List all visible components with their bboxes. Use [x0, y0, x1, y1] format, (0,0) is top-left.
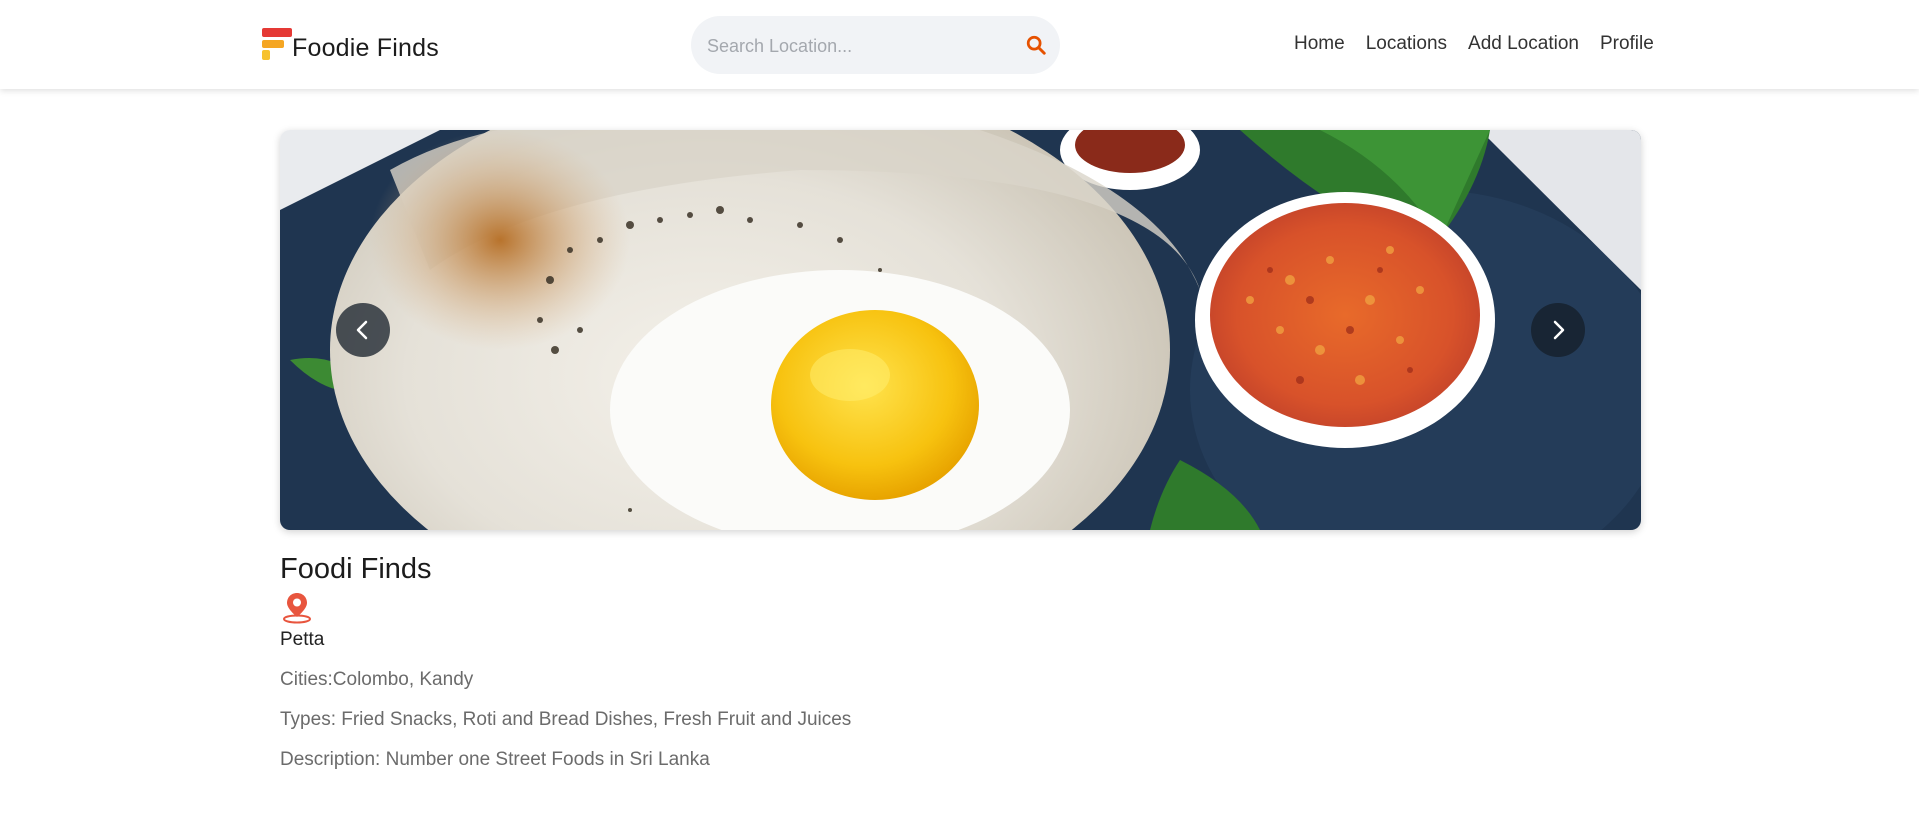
- types-text: Types: Fried Snacks, Roti and Bread Dish…: [280, 709, 852, 730]
- image-carousel: [280, 130, 1641, 530]
- cities-text: Cities:Colombo, Kandy: [280, 669, 474, 690]
- search-bar: [691, 16, 1060, 74]
- carousel-next-button[interactable]: [1531, 303, 1585, 357]
- chevron-right-icon: [1553, 320, 1565, 340]
- nav-profile-link[interactable]: Profile: [1600, 33, 1654, 55]
- search-icon[interactable]: [1025, 34, 1047, 56]
- place-name: Petta: [280, 629, 325, 650]
- chevron-left-icon: [356, 320, 368, 340]
- nav-home-link[interactable]: Home: [1294, 33, 1345, 55]
- carousel-image: [280, 130, 1641, 530]
- nav-add-location-link[interactable]: Add Location: [1468, 33, 1579, 55]
- map-pin-icon: [283, 593, 311, 624]
- nav-menu: Home Locations Add Location Profile: [1294, 33, 1654, 55]
- brand-name: Foodie Finds: [292, 34, 439, 62]
- brand-logo-link[interactable]: Foodie Finds: [260, 26, 439, 63]
- carousel-prev-button[interactable]: [336, 303, 390, 357]
- description-text: Description: Number one Street Foods in …: [280, 749, 710, 770]
- location-title: Foodi Finds: [280, 553, 432, 585]
- brand-logo-icon: [260, 27, 292, 62]
- search-input[interactable]: [705, 28, 1009, 64]
- nav-locations-link[interactable]: Locations: [1366, 33, 1447, 55]
- top-navbar: Foodie Finds Home Locations Add Location…: [0, 0, 1919, 89]
